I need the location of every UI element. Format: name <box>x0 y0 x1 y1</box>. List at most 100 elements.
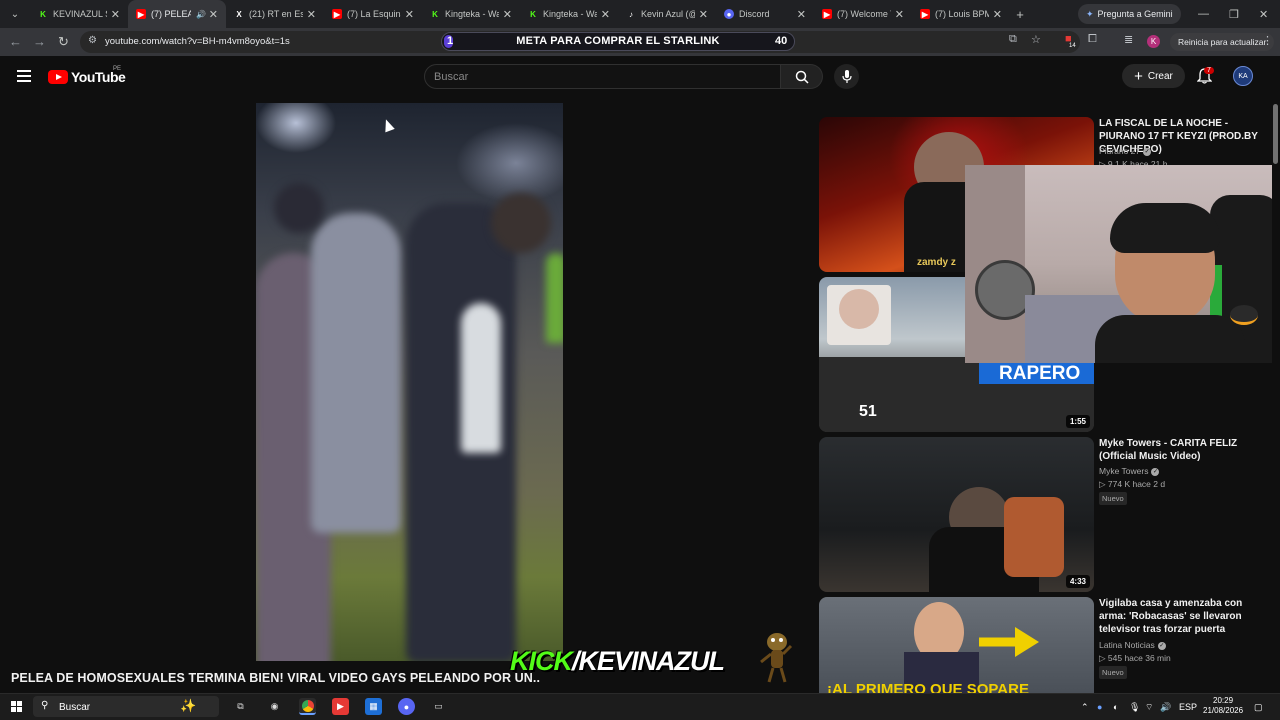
window-close-button[interactable]: ✕ <box>1259 0 1268 28</box>
create-button[interactable]: + Crear <box>1122 64 1185 88</box>
browser-tab[interactable]: K Kingteka - Wa ✕ <box>422 0 520 28</box>
video-thumbnail[interactable]: 4:33 <box>819 437 1094 592</box>
microphone-icon[interactable]: 🎙 <box>1129 702 1140 713</box>
related-meta: ▷ 774 K hace 2 d <box>1099 479 1166 489</box>
microphone-icon <box>841 69 852 83</box>
extensions-puzzle-icon[interactable]: ⧠ <box>1088 33 1097 46</box>
verified-icon: ✓ <box>1151 467 1160 476</box>
thumbnail-text: RAPERO <box>999 363 1081 384</box>
extension-badge: 14 <box>1069 43 1076 49</box>
tab-search-button[interactable]: ⌄ <box>4 3 26 25</box>
country-code: PE <box>113 66 122 72</box>
minimize-button[interactable]: — <box>1198 0 1209 28</box>
site-info-icon[interactable]: ⚙ <box>88 35 97 46</box>
voice-search-button[interactable] <box>834 64 859 89</box>
obs-icon[interactable]: ◉ <box>266 698 283 715</box>
profile-avatar[interactable]: K <box>1147 35 1160 48</box>
notification-center-icon[interactable]: ▢ <box>1254 702 1263 713</box>
tab-label: (7) Louis BPM <box>935 9 989 19</box>
browser-tab[interactable]: X (21) RT en Esp ✕ <box>226 0 324 28</box>
more-menu-icon[interactable]: ⋮ <box>1262 34 1273 47</box>
browser-tab[interactable]: ▶ (7) Louis BPM ✕ <box>912 0 1010 28</box>
close-icon[interactable]: ✕ <box>405 8 414 21</box>
wifi-icon[interactable]: ⌔ <box>1145 702 1153 713</box>
browser-tab[interactable]: ▶ (7) La Esquina ✕ <box>324 0 422 28</box>
tab-label: (21) RT en Esp <box>249 9 303 19</box>
new-badge: Nuevo <box>1099 666 1127 679</box>
chevron-up-icon[interactable]: ⌃ <box>1081 702 1089 713</box>
close-icon[interactable]: ✕ <box>993 8 1002 21</box>
install-app-icon[interactable]: ⧉ <box>1009 33 1017 46</box>
taskbar-search-label: Buscar <box>59 702 91 713</box>
close-icon[interactable]: ✕ <box>503 8 512 21</box>
related-title: Vigilaba casa y amenzaba con arma: 'Roba… <box>1099 598 1243 635</box>
browser-tab[interactable]: ● Discord ✕ <box>716 0 814 28</box>
search-button[interactable] <box>781 64 823 89</box>
notification-count-badge: 7 <box>1204 67 1214 74</box>
browser-tab[interactable]: ♪ Kevin Azul (@ ✕ <box>618 0 716 28</box>
chevron-down-icon: ⌄ <box>10 8 20 20</box>
volume-icon[interactable]: 🔊 <box>1160 702 1171 713</box>
youtube-logo[interactable]: YouTube PE <box>48 66 126 85</box>
channel-logo: 51 <box>859 403 877 420</box>
video-duration: 4:33 <box>1065 575 1090 588</box>
media-controls-icon[interactable]: ≣ <box>1124 33 1133 46</box>
video-duration: 1:55 <box>1065 415 1090 428</box>
goal-label: META PARA COMPRAR EL STARLINK <box>516 35 720 47</box>
new-tab-button[interactable]: + <box>1010 7 1030 22</box>
related-channel: Piurano 27 ✓ <box>1099 146 1152 156</box>
search-input[interactable]: Buscar <box>424 64 781 89</box>
forward-arrow-icon[interactable]: → <box>33 34 46 49</box>
scrollbar-thumb[interactable] <box>1273 104 1278 164</box>
hamburger-menu-icon[interactable] <box>17 70 31 82</box>
video-player[interactable] <box>256 103 563 661</box>
close-icon[interactable]: ✕ <box>601 8 610 21</box>
tray-app-icon[interactable]: ● <box>1097 702 1102 712</box>
video-title: PELEA DE HOMOSEXUALES TERMINA BIEN! VIRA… <box>11 671 541 685</box>
update-button[interactable]: Reinicia para actualizar <box>1170 33 1275 51</box>
kick-channel-overlay: KICK/KEVINAZUL <box>510 646 725 677</box>
thumbnail-text: zamdy z <box>917 257 956 268</box>
speaker-icon[interactable]: 🔊 <box>196 10 206 19</box>
page-scrollbar[interactable] <box>1272 96 1280 693</box>
verified-icon: ✓ <box>1157 641 1166 650</box>
browser-tab[interactable]: K KEVINAZUL St ✕ <box>30 0 128 28</box>
bookmark-star-icon[interactable]: ☆ <box>1031 33 1041 46</box>
youtube-play-icon <box>48 70 68 84</box>
discord-icon[interactable]: ● <box>398 698 415 715</box>
close-icon[interactable]: ✕ <box>797 8 806 21</box>
language-indicator[interactable]: ESP <box>1179 702 1197 712</box>
windows-start-icon[interactable] <box>11 701 22 712</box>
calculator-icon[interactable]: ▦ <box>365 698 382 715</box>
streaming-app-icon[interactable]: ▶ <box>332 698 349 715</box>
browser-tab-active[interactable]: ▶ (7) PELEA D 🔊✕ <box>128 0 226 28</box>
search-icon: ⚲ <box>41 700 49 711</box>
copilot-sparkle-icon: ✨ <box>180 698 197 713</box>
close-icon[interactable]: ✕ <box>699 8 708 21</box>
reload-icon[interactable]: ↻ <box>58 34 69 50</box>
file-explorer-icon[interactable]: ▭ <box>430 698 447 715</box>
tiktok-icon: ♪ <box>629 9 633 19</box>
plus-icon: + <box>1134 67 1143 85</box>
system-clock[interactable]: 20:29 21/08/2026 <box>1203 696 1243 716</box>
tab-label: (7) PELEA D <box>151 9 191 19</box>
youtube-icon: ▶ <box>136 9 146 19</box>
gemini-button[interactable]: ✦ Pregunta a Gemini <box>1078 4 1181 24</box>
search-icon <box>795 70 809 84</box>
close-icon[interactable]: ✕ <box>895 8 904 21</box>
discord-icon: ● <box>724 9 734 19</box>
account-avatar[interactable]: KA <box>1233 66 1253 86</box>
chrome-icon[interactable] <box>299 698 316 715</box>
close-icon[interactable]: ✕ <box>209 8 218 21</box>
gemini-label: Pregunta a Gemini <box>1097 9 1173 19</box>
browser-tab[interactable]: ▶ (7) Welcome T ✕ <box>814 0 912 28</box>
video-thumbnail[interactable]: ¡AL PRIMERO QUE SOPARE <box>819 597 1094 693</box>
browser-tab[interactable]: K Kingteka - Wa ✕ <box>520 0 618 28</box>
close-icon[interactable]: ✕ <box>111 8 120 21</box>
kick-icon: K <box>432 9 438 19</box>
tray-app-icon[interactable]: ◐ <box>1113 702 1118 712</box>
close-icon[interactable]: ✕ <box>307 8 316 21</box>
back-arrow-icon[interactable]: ← <box>9 34 22 49</box>
task-view-icon[interactable]: ⧉ <box>232 698 249 715</box>
restore-button[interactable]: ❐ <box>1229 0 1239 28</box>
